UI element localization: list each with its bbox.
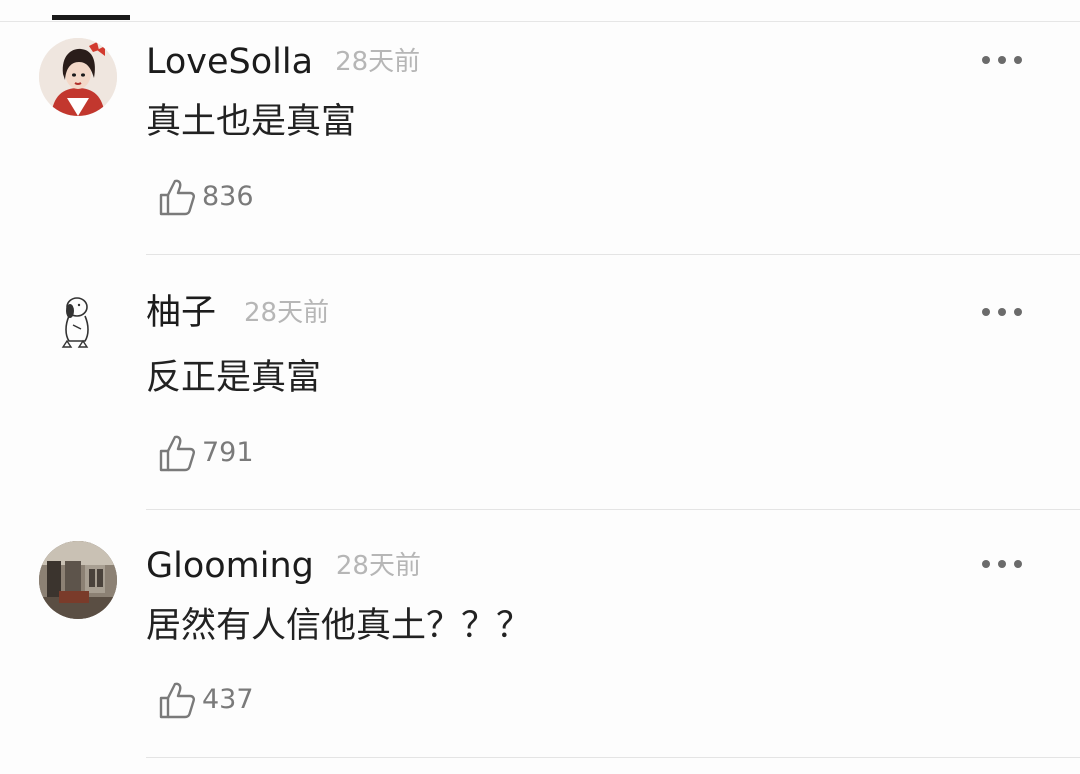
like-count: 437 xyxy=(202,684,254,715)
comment-username[interactable]: LoveSolla 28天前 xyxy=(146,42,420,82)
like-button[interactable]: 791 xyxy=(158,431,254,475)
comment-divider xyxy=(146,757,1080,758)
thumbs-up-icon[interactable] xyxy=(158,433,196,473)
avatar[interactable] xyxy=(39,541,117,619)
like-button[interactable]: 437 xyxy=(158,678,254,722)
more-dots-icon[interactable] xyxy=(982,304,1022,320)
like-count: 791 xyxy=(202,437,254,468)
comment-timestamp: 28天前 xyxy=(244,298,330,328)
thumbs-up-icon[interactable] xyxy=(158,680,196,720)
comment-timestamp: 28天前 xyxy=(335,47,421,77)
comment-divider xyxy=(146,254,1080,255)
comment-username[interactable]: 柚子 28天前 xyxy=(146,293,329,333)
comment-text: 居然有人信他真土？？？ xyxy=(146,606,532,646)
avatar[interactable] xyxy=(39,285,117,363)
top-tab-bar xyxy=(0,0,1080,22)
comment-text: 真土也是真富 xyxy=(146,102,357,142)
username-text[interactable]: 柚子 xyxy=(146,293,216,333)
like-button[interactable]: 836 xyxy=(158,175,254,219)
comment-divider xyxy=(146,509,1080,510)
avatar[interactable] xyxy=(39,38,117,116)
active-tab-indicator xyxy=(52,15,130,20)
comment-timestamp: 28天前 xyxy=(335,551,421,581)
thumbs-up-icon[interactable] xyxy=(158,177,196,217)
more-dots-icon[interactable] xyxy=(982,556,1022,572)
username-text[interactable]: LoveSolla xyxy=(146,42,313,82)
like-count: 836 xyxy=(202,181,254,212)
username-text[interactable]: Glooming xyxy=(146,546,314,586)
comment-username[interactable]: Glooming 28天前 xyxy=(146,546,421,586)
comment-text: 反正是真富 xyxy=(146,358,322,398)
more-dots-icon[interactable] xyxy=(982,52,1022,68)
